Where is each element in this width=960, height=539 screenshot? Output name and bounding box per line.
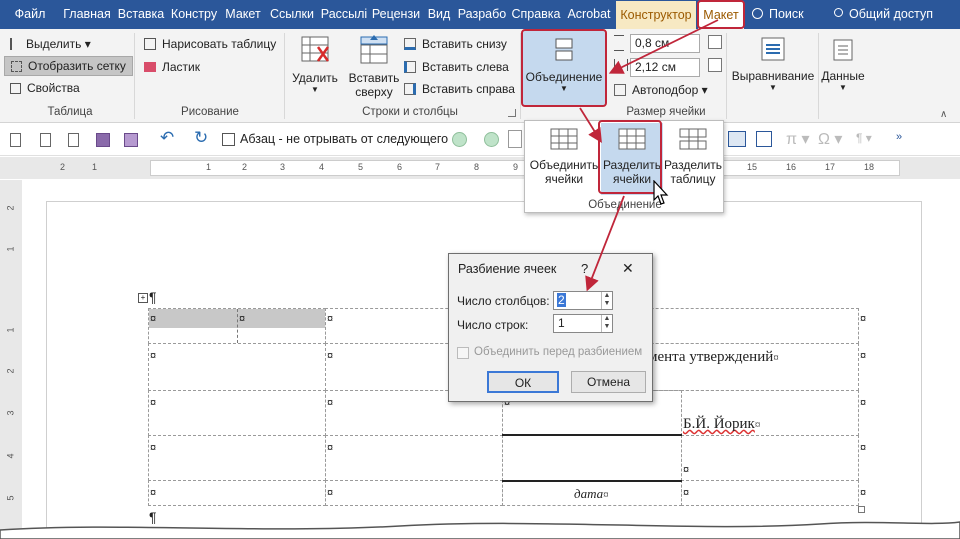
callout-arrows bbox=[579, 19, 719, 292]
